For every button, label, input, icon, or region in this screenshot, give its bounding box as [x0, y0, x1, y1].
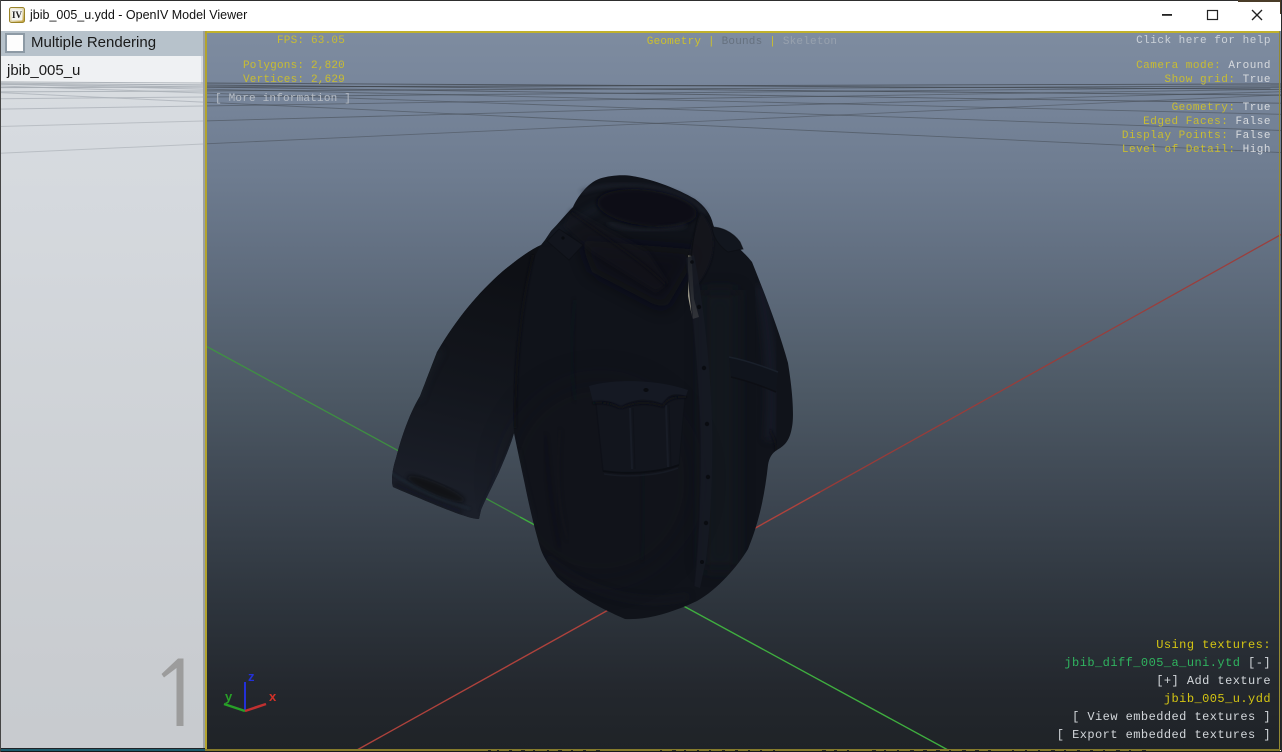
svg-text:y: y [225, 689, 233, 704]
svg-text:IV: IV [12, 10, 23, 20]
svg-text:x: x [269, 689, 277, 704]
svg-text:z: z [248, 669, 255, 684]
